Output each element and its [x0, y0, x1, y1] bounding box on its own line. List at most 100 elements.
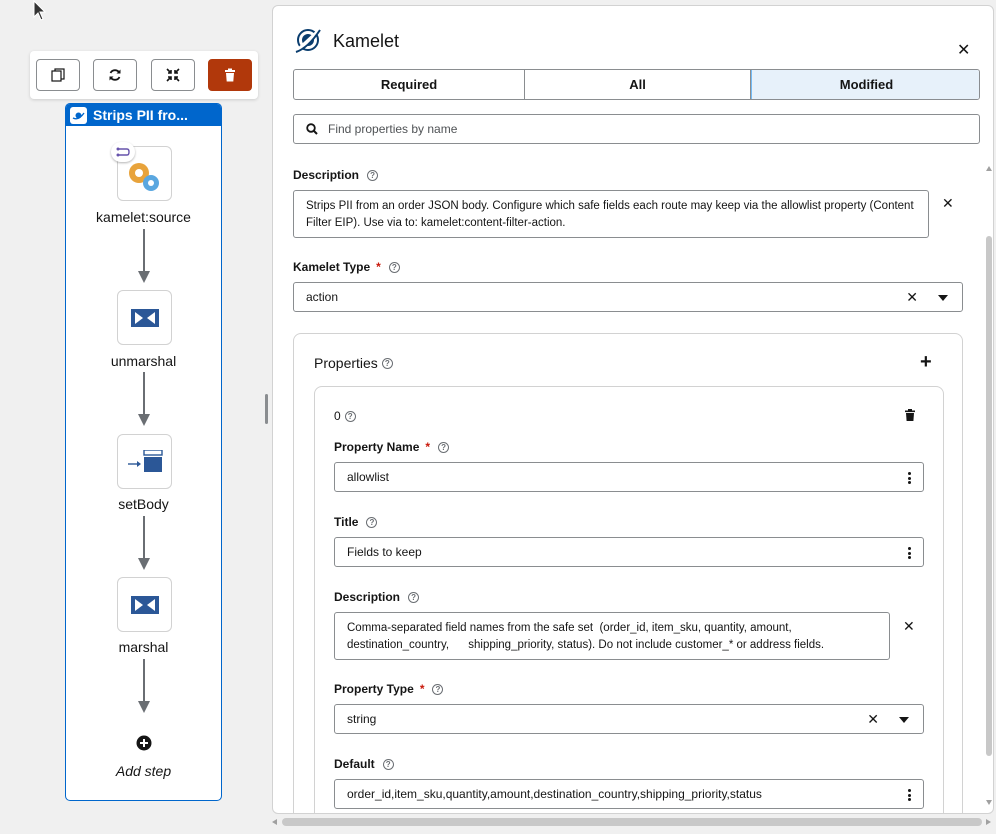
help-icon[interactable]: ?	[388, 261, 400, 273]
close-icon[interactable]: ✕	[957, 40, 970, 60]
add-step-button[interactable]	[129, 728, 159, 758]
step-unmarshal[interactable]	[117, 290, 172, 345]
help-icon[interactable]: ?	[408, 591, 420, 603]
data-format-icon	[130, 308, 159, 327]
property-name-input[interactable]: allowlist	[334, 462, 924, 492]
properties-title-row: Properties?	[314, 355, 393, 371]
kamelet-type-value: action	[306, 290, 339, 304]
kebab-menu-icon[interactable]	[908, 789, 911, 801]
help-icon[interactable]: ?	[381, 357, 393, 369]
mouse-cursor-icon	[33, 0, 47, 21]
kebab-menu-icon[interactable]	[908, 472, 911, 484]
default-input[interactable]: order_id,item_sku,quantity,amount,destin…	[334, 779, 924, 809]
add-property-button[interactable]: +	[920, 351, 932, 374]
clear-icon[interactable]: ✕	[906, 289, 918, 306]
add-step-label: Add step	[115, 763, 172, 779]
properties-title: Properties	[314, 355, 378, 371]
tab-required[interactable]: Required	[294, 70, 525, 99]
horizontal-scrollbar[interactable]	[272, 816, 994, 828]
scroll-right-arrow-icon[interactable]	[986, 819, 991, 825]
title-input[interactable]: Fields to keep	[334, 537, 924, 567]
scrollbar-thumb[interactable]	[986, 236, 992, 756]
step-setbody[interactable]	[117, 434, 172, 489]
title-value: Fields to keep	[347, 545, 422, 559]
delete-step-button[interactable]	[208, 59, 252, 91]
property-description-label-row: Description?	[334, 590, 420, 604]
required-marker: *	[376, 260, 381, 274]
property-type-select[interactable]: string ✕	[334, 704, 924, 734]
default-label: Default	[334, 757, 375, 771]
property-description-textarea[interactable]: Comma-separated field names from the saf…	[334, 612, 890, 660]
edge-line	[143, 659, 145, 701]
properties-card: Properties? + 0? Property Name *? allowli…	[293, 333, 963, 813]
compress-icon	[166, 68, 180, 82]
edge-arrow	[138, 414, 150, 426]
panel-title: Kamelet	[333, 31, 400, 51]
property-name-value: allowlist	[347, 470, 390, 484]
help-icon[interactable]: ?	[382, 758, 394, 770]
property-name-label-row: Property Name *?	[334, 440, 450, 454]
trash-icon[interactable]	[905, 409, 915, 421]
default-value: order_id,item_sku,quantity,amount,destin…	[347, 787, 762, 801]
clear-icon[interactable]: ✕	[942, 195, 954, 212]
scroll-down-arrow-icon[interactable]	[986, 800, 992, 805]
data-format-icon	[130, 595, 159, 614]
title-label-row: Title?	[334, 515, 378, 529]
refresh-icon	[109, 69, 121, 81]
step-label: kamelet:source	[96, 209, 191, 225]
help-icon[interactable]: ?	[367, 169, 379, 181]
properties-panel: Kamelet ✕ Required All Modified Descript…	[272, 5, 994, 814]
property-index: 0	[334, 409, 341, 423]
plus-circle-icon	[136, 735, 152, 751]
scrollbar-thumb[interactable]	[282, 818, 982, 826]
route-title: Strips PII fro...	[93, 107, 188, 123]
scroll-up-arrow-icon[interactable]	[986, 166, 992, 171]
edge-arrow	[138, 558, 150, 570]
route-flow-badge	[111, 142, 135, 162]
vertical-scrollbar[interactable]	[986, 166, 992, 806]
help-icon[interactable]: ?	[344, 410, 356, 422]
property-item-card: 0? Property Name *? allowlist Title? Fiel…	[314, 386, 944, 813]
edge-line	[143, 516, 145, 558]
kebab-menu-icon[interactable]	[908, 547, 911, 559]
clear-icon[interactable]: ✕	[903, 618, 915, 635]
required-marker: *	[419, 682, 425, 696]
duplicate-button[interactable]	[36, 59, 80, 91]
help-icon[interactable]: ?	[432, 683, 444, 695]
edge-line	[143, 372, 145, 414]
step-marshal[interactable]	[117, 577, 172, 632]
scroll-left-arrow-icon[interactable]	[272, 819, 277, 825]
property-name-label: Property Name	[334, 440, 420, 454]
tab-all[interactable]: All	[525, 70, 751, 99]
property-type-label-row: Property Type *?	[334, 682, 444, 696]
search-input[interactable]	[326, 121, 926, 137]
help-icon[interactable]: ?	[438, 441, 450, 453]
title-label: Title	[334, 515, 359, 529]
description-label: Description	[293, 168, 360, 182]
help-icon[interactable]: ?	[366, 516, 378, 528]
default-label-row: Default?	[334, 757, 394, 771]
route-container[interactable]: Strips PII fro... kamelet:source unmarsh…	[65, 103, 222, 801]
property-type-label: Property Type	[334, 682, 414, 696]
edge-arrow	[138, 701, 150, 713]
step-toolbar	[30, 51, 258, 99]
property-type-value: string	[347, 712, 377, 726]
edge-line	[143, 229, 145, 271]
clear-icon[interactable]: ✕	[867, 711, 879, 728]
chevron-down-icon[interactable]	[899, 717, 909, 723]
route-flow-icon	[116, 147, 130, 157]
collapse-button[interactable]	[151, 59, 195, 91]
search-field	[293, 114, 980, 144]
replace-step-button[interactable]	[93, 59, 137, 91]
search-icon	[306, 123, 318, 135]
route-header[interactable]: Strips PII fro...	[66, 104, 221, 126]
kamelet-icon	[70, 106, 87, 124]
panel-resize-handle[interactable]	[265, 394, 268, 424]
kamelet-type-label: Kamelet Type	[293, 260, 371, 274]
edge-arrow	[138, 271, 150, 283]
description-textarea[interactable]: Strips PII from an order JSON body. Conf…	[293, 190, 929, 238]
chevron-down-icon[interactable]	[938, 295, 948, 301]
kamelet-type-select[interactable]: action ✕	[293, 282, 963, 312]
tab-modified[interactable]: Modified	[751, 70, 979, 99]
step-label: marshal	[118, 639, 169, 655]
